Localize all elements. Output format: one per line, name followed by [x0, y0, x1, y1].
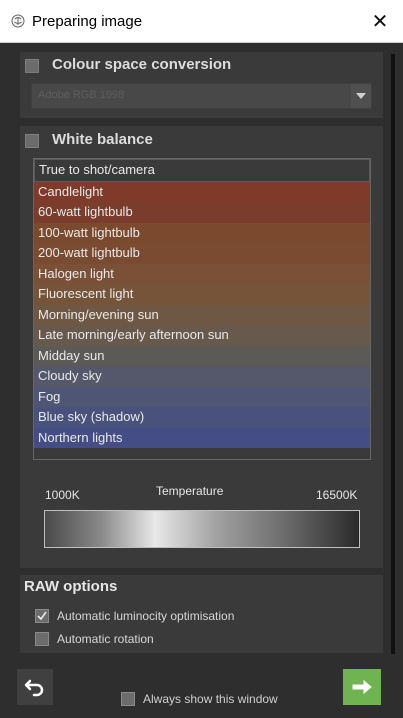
temperature-min-label: 1000K: [45, 488, 80, 502]
temperature-label: Temperature: [156, 484, 224, 498]
always-show-checkbox[interactable]: [121, 692, 135, 706]
list-item[interactable]: Cloudy sky: [34, 366, 370, 387]
chevron-down-icon[interactable]: [351, 84, 371, 108]
list-item[interactable]: True to shot/camera: [34, 159, 370, 182]
auto-luminosity-label: Automatic luminocity optimisation: [57, 609, 235, 623]
list-item[interactable]: Candlelight: [34, 181, 370, 202]
list-item[interactable]: Blue sky (shadow): [34, 407, 370, 428]
colour-space-title: Colour space conversion: [52, 56, 232, 73]
auto-luminosity-option[interactable]: Automatic luminocity optimisation: [35, 609, 234, 623]
window-title: Preparing image: [32, 12, 143, 30]
auto-rotation-label: Automatic rotation: [57, 632, 154, 646]
list-item[interactable]: 200-watt lightbulb: [34, 243, 370, 264]
colour-space-checkbox[interactable]: [25, 59, 39, 73]
list-item[interactable]: Northern lights: [34, 427, 370, 448]
scrollbar[interactable]: [391, 54, 395, 654]
temperature-slider[interactable]: [44, 510, 360, 548]
white-balance-title: White balance: [52, 131, 153, 148]
undo-arrow-icon: [24, 679, 44, 697]
auto-luminosity-checkbox[interactable]: [35, 609, 49, 623]
arrow-right-icon: [352, 679, 372, 695]
auto-rotation-option[interactable]: Automatic rotation: [35, 632, 154, 646]
list-item[interactable]: Midday sun: [34, 345, 370, 366]
window-titlebar: Preparing image ✕: [0, 0, 403, 43]
raw-options-title: RAW options: [24, 578, 118, 595]
list-item[interactable]: Fog: [34, 386, 370, 407]
list-item[interactable]: Fluorescent light: [34, 284, 370, 305]
colour-space-select[interactable]: Adobe RGB 1998: [31, 83, 372, 109]
always-show-option[interactable]: Always show this window: [121, 692, 278, 706]
auto-rotation-checkbox[interactable]: [35, 632, 49, 646]
list-item[interactable]: Morning/evening sun: [34, 304, 370, 325]
brain-icon: [10, 13, 26, 29]
undo-button[interactable]: [17, 669, 53, 705]
white-balance-checkbox[interactable]: [25, 134, 39, 148]
temperature-max-label: 16500K: [316, 488, 358, 502]
always-show-label: Always show this window: [143, 692, 278, 706]
proceed-button[interactable]: [343, 669, 381, 705]
list-item[interactable]: 100-watt lightbulb: [34, 222, 370, 243]
white-balance-list[interactable]: True to shot/camera Candlelight 60-watt …: [33, 158, 371, 460]
list-item[interactable]: Halogen light: [34, 263, 370, 284]
list-item[interactable]: Late morning/early afternoon sun: [34, 325, 370, 346]
close-button[interactable]: ✕: [357, 0, 403, 42]
list-item[interactable]: 60-watt lightbulb: [34, 202, 370, 223]
colour-space-value: Adobe RGB 1998: [38, 89, 125, 101]
close-icon: ✕: [371, 10, 389, 33]
